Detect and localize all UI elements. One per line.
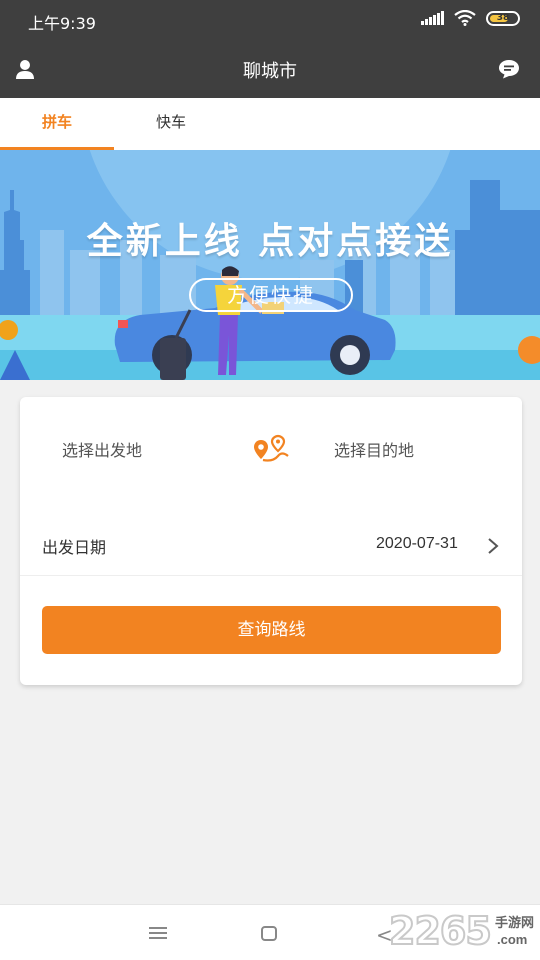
title-bar: 聊城市	[0, 40, 540, 98]
tab-carpool[interactable]: 拼车	[0, 98, 114, 150]
status-icons: 38	[421, 10, 520, 26]
status-time: 上午9:39	[28, 14, 96, 33]
home-icon[interactable]	[261, 926, 277, 941]
route-swap-icon[interactable]	[251, 434, 291, 464]
banner-headline: 全新上线 点对点接送	[86, 221, 454, 262]
destination-selector[interactable]: 选择目的地	[334, 437, 414, 461]
watermark-site-com: .com	[497, 932, 528, 947]
query-route-button[interactable]: 查询路线	[42, 606, 501, 654]
signal-icon	[421, 11, 444, 25]
status-bar: 上午9:39 38	[0, 0, 540, 40]
chat-bubble-icon[interactable]	[498, 59, 520, 79]
ride-type-tabs: 拼车 快车	[0, 98, 540, 150]
divider	[20, 575, 522, 576]
watermark-site-cn: 手游网	[495, 916, 535, 931]
promo-banner[interactable]: 全新上线 点对点接送 方便快捷	[0, 150, 540, 380]
city-title[interactable]: 聊城市	[0, 57, 540, 83]
watermark-logo: 2265 手游网 .com	[388, 908, 539, 954]
battery-level: 38	[496, 13, 510, 23]
chevron-right-icon[interactable]	[486, 537, 500, 555]
tab-express[interactable]: 快车	[114, 98, 228, 150]
wifi-icon	[454, 10, 476, 26]
route-search-card: 选择出发地 选择目的地 出发日期 2020-07-31 查询路线	[20, 397, 522, 685]
origin-selector[interactable]: 选择出发地	[62, 437, 142, 461]
menu-icon[interactable]	[149, 926, 167, 940]
battery-icon: 38	[486, 10, 520, 26]
banner-tagline: 方便快捷	[189, 278, 353, 312]
banner-illustration	[0, 150, 540, 380]
watermark-number: 2265	[388, 908, 493, 954]
date-label: 出发日期	[42, 538, 107, 557]
date-value[interactable]: 2020-07-31	[376, 535, 458, 553]
